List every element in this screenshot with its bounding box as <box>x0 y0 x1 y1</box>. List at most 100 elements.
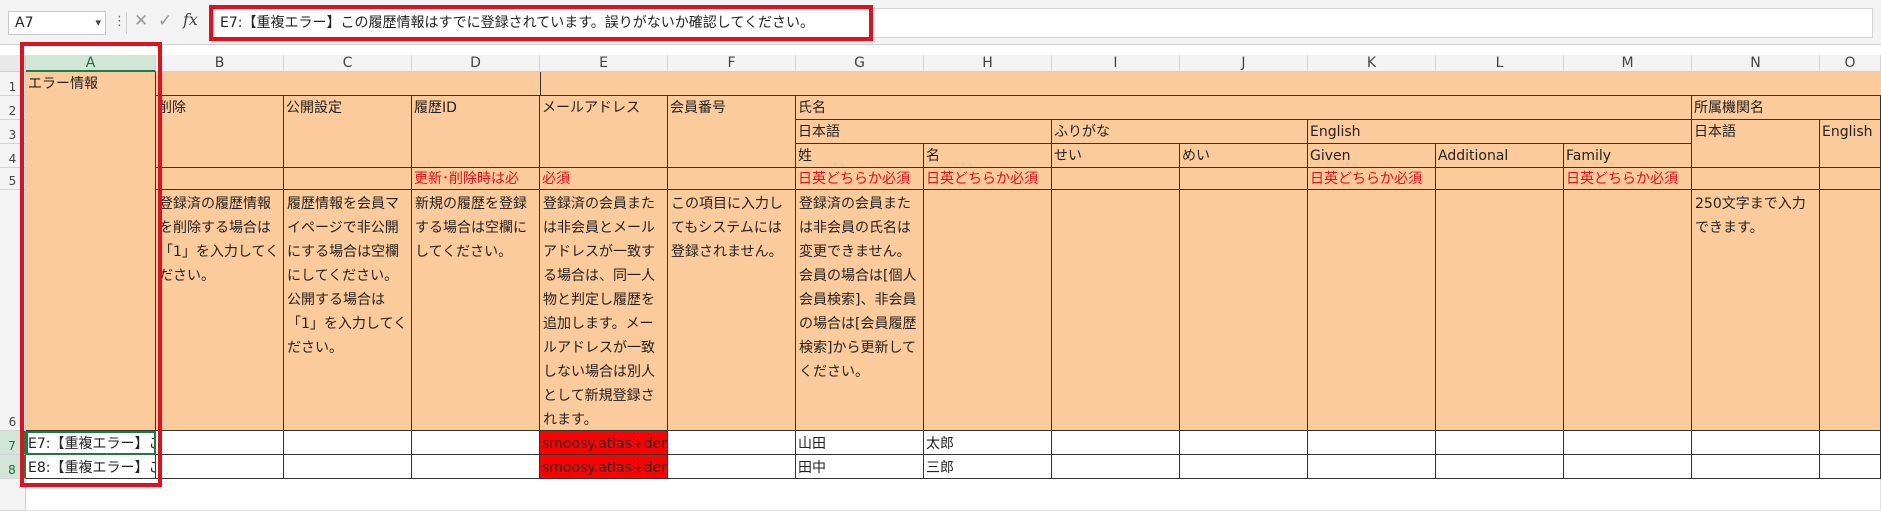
column-header-n[interactable]: N <box>1692 55 1820 72</box>
cell-i5[interactable] <box>1052 168 1180 190</box>
cell-o6[interactable] <box>1820 190 1881 431</box>
column-header-a[interactable]: A <box>26 55 156 72</box>
row-header-3[interactable]: 3 <box>0 120 26 144</box>
cell-e5[interactable]: 必須 <box>540 168 668 190</box>
more-options-icon[interactable]: ⋮ <box>113 14 126 29</box>
cell-n5[interactable] <box>1692 168 1820 190</box>
insert-function-icon[interactable]: fx <box>183 10 198 29</box>
cell-l7[interactable] <box>1436 431 1564 455</box>
cell-c8[interactable] <box>284 455 412 479</box>
cell-l4[interactable]: Additional <box>1436 144 1564 168</box>
cell-i7[interactable] <box>1052 431 1180 455</box>
cell-k7[interactable] <box>1308 431 1436 455</box>
row-header-7[interactable]: 7 <box>0 431 26 455</box>
cell-o5[interactable] <box>1820 168 1881 190</box>
cell-b7[interactable] <box>156 431 284 455</box>
cell-a1[interactable]: エラー情報 <box>26 72 156 431</box>
cell-h5[interactable]: 日英どちらか必須 <box>924 168 1052 190</box>
cell-n7[interactable] <box>1692 431 1820 455</box>
cell-f5[interactable] <box>668 168 796 190</box>
cell-k3[interactable]: English <box>1308 120 1692 144</box>
column-header-j[interactable]: J <box>1180 55 1308 72</box>
cell-d2[interactable]: 履歴ID <box>412 96 540 168</box>
cell-c7[interactable] <box>284 431 412 455</box>
cell-k5[interactable]: 日英どちらか必須 <box>1308 168 1436 190</box>
row-header-5[interactable]: 5 <box>0 168 26 190</box>
cell-m5[interactable]: 日英どちらか必須 <box>1564 168 1692 190</box>
cell-h7[interactable]: 太郎 <box>924 431 1052 455</box>
cell-j4[interactable]: めい <box>1180 144 1308 168</box>
row-header-4[interactable]: 4 <box>0 144 26 168</box>
cell-d5[interactable]: 更新･削除時は必 <box>412 168 540 190</box>
cell-f6[interactable]: この項目に入力してもシステムには登録されません。 <box>668 190 796 431</box>
row-9-empty[interactable] <box>26 479 1881 511</box>
cell-o8[interactable] <box>1820 455 1881 479</box>
cell-a8[interactable]: E8:【重複エラー】この <box>26 455 156 479</box>
cell-n6[interactable]: 250文字まで入力できます。 <box>1692 190 1820 431</box>
cell-g6[interactable]: 登録済の会員または非会員の氏名は変更できません。会員の場合は[個人会員検索]、非… <box>796 190 924 431</box>
enter-icon[interactable]: ✓ <box>158 11 172 31</box>
cell-f2[interactable]: 会員番号 <box>668 96 796 168</box>
cell-i6[interactable] <box>1052 190 1180 431</box>
cell-k6[interactable] <box>1308 190 1436 431</box>
cell-h6[interactable] <box>924 190 1052 431</box>
formula-input[interactable]: E7:【重複エラー】この履歴情報はすでに登録されています。誤りがないか確認してく… <box>213 8 1873 38</box>
cell-b8[interactable] <box>156 455 284 479</box>
cell-n3[interactable]: 日本語 <box>1692 120 1820 168</box>
column-header-g[interactable]: G <box>796 55 924 72</box>
cell-d8[interactable] <box>412 455 540 479</box>
cell-j6[interactable] <box>1180 190 1308 431</box>
cell-i3[interactable]: ふりがな <box>1052 120 1308 144</box>
cell-c2[interactable]: 公開設定 <box>284 96 412 168</box>
cell-m8[interactable] <box>1564 455 1692 479</box>
row-header-2[interactable]: 2 <box>0 96 26 120</box>
cell-k8[interactable] <box>1308 455 1436 479</box>
cell-l8[interactable] <box>1436 455 1564 479</box>
cell-m6[interactable] <box>1564 190 1692 431</box>
cell-e2[interactable]: メールアドレス <box>540 96 668 168</box>
column-header-o[interactable]: O <box>1820 55 1881 72</box>
column-header-i[interactable]: I <box>1052 55 1180 72</box>
cell-g4[interactable]: 姓 <box>796 144 924 168</box>
cell-n2[interactable]: 所属機関名 <box>1692 96 1881 120</box>
row-header-6[interactable]: 6 <box>0 190 26 431</box>
cell-j5[interactable] <box>1180 168 1308 190</box>
column-header-l[interactable]: L <box>1436 55 1564 72</box>
cancel-icon[interactable]: ✕ <box>134 11 148 31</box>
cell-d6[interactable]: 新規の履歴を登録する場合は空欄にしてください。 <box>412 190 540 431</box>
cell-g3[interactable]: 日本語 <box>796 120 1052 144</box>
cell-b6[interactable]: 登録済の履歴情報を削除する場合は「1」を入力してください。 <box>156 190 284 431</box>
cell-i4[interactable]: せい <box>1052 144 1180 168</box>
column-header-e[interactable]: E <box>540 55 668 72</box>
cell-g5[interactable]: 日英どちらか必須 <box>796 168 924 190</box>
cell-f8[interactable] <box>668 455 796 479</box>
chevron-down-icon[interactable]: ▾ <box>95 12 101 34</box>
cell-l5[interactable] <box>1436 168 1564 190</box>
cell-m7[interactable] <box>1564 431 1692 455</box>
cell-c5[interactable] <box>284 168 412 190</box>
column-header-f[interactable]: F <box>668 55 796 72</box>
cell-b5[interactable] <box>156 168 284 190</box>
column-header-d[interactable]: D <box>412 55 540 72</box>
row-header-8[interactable]: 8 <box>0 455 26 479</box>
cell-e7[interactable]: smoosy.atlas+demo0 <box>540 431 668 455</box>
cell-c6[interactable]: 履歴情報を会員マイページで非公開にする場合は空欄にしてください。公開する場合は「… <box>284 190 412 431</box>
cell-k4[interactable]: Given <box>1308 144 1436 168</box>
name-box[interactable]: A7 ▾ <box>8 11 106 35</box>
cell-f7[interactable] <box>668 431 796 455</box>
cell-n8[interactable] <box>1692 455 1820 479</box>
row-header-9[interactable] <box>0 479 26 511</box>
cell-d7[interactable] <box>412 431 540 455</box>
cell-e8[interactable]: smoosy.atlas+demo0 <box>540 455 668 479</box>
row-header-1[interactable]: 1 <box>0 72 26 96</box>
cell-i8[interactable] <box>1052 455 1180 479</box>
cell-o7[interactable] <box>1820 431 1881 455</box>
column-header-h[interactable]: H <box>924 55 1052 72</box>
cell-o3[interactable]: English <box>1820 120 1881 168</box>
cell-g7[interactable]: 山田 <box>796 431 924 455</box>
cell-m4[interactable]: Family <box>1564 144 1692 168</box>
cell-g2[interactable]: 氏名 <box>796 96 1692 120</box>
cell-b2[interactable]: 削除 <box>156 96 284 168</box>
cell-l6[interactable] <box>1436 190 1564 431</box>
cell-h4[interactable]: 名 <box>924 144 1052 168</box>
